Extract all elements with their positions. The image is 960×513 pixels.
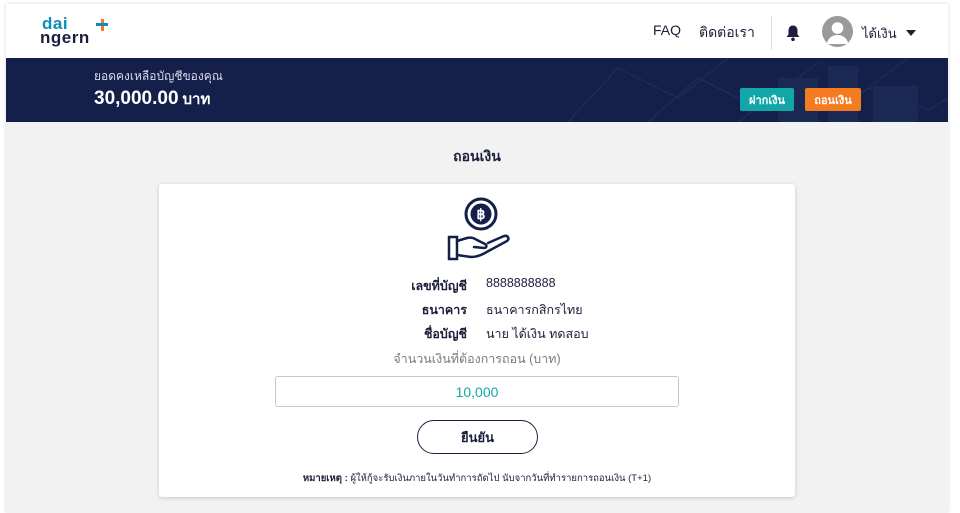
deposit-button[interactable]: ฝากเงิน — [740, 88, 794, 111]
account-number-row: เลขที่บัญชี 8888888888 — [159, 276, 795, 294]
page-title: ถอนเงิน — [453, 148, 501, 164]
account-name-row: ชื่อบัญชี นาย ได้เงิน ทดสอบ — [159, 324, 795, 342]
caret-down-icon[interactable] — [906, 30, 916, 36]
confirm-button[interactable]: ยืนยัน — [417, 420, 538, 454]
withdraw-card: ฿ เลขที่บัญชี 8888888888 ธนาคาร ธนาคารกส… — [159, 184, 795, 497]
withdraw-amount-input[interactable] — [275, 376, 679, 407]
withdraw-button[interactable]: ถอนเงิน — [805, 88, 861, 111]
balance-unit: บาท — [182, 91, 211, 108]
balance-banner: ยอดคงเหลือบัญชีของคุณ 30,000.00 บาท ฝากเง… — [6, 58, 948, 122]
nav-contact-link[interactable]: ติดต่อเรา — [699, 22, 755, 44]
logo-text-bottom: ngern — [40, 28, 90, 47]
balance-label: ยอดคงเหลือบัญชีของคุณ — [94, 69, 223, 83]
bell-icon[interactable] — [785, 24, 801, 42]
top-navigation: dai ngern FAQ ติดต่อเรา ได้เงิน — [6, 4, 948, 58]
note-label: หมายเหตุ : — [302, 473, 348, 484]
account-name-value: นาย ได้เงิน ทดสอบ — [486, 327, 589, 341]
amount-label: จำนวนเงินที่ต้องการถอน (บาท) — [393, 352, 561, 366]
account-number-label: เลขที่บัญชี — [411, 279, 467, 293]
svg-text:฿: ฿ — [477, 206, 486, 222]
user-name[interactable]: ได้เงิน — [862, 23, 897, 44]
bank-label: ธนาคาร — [421, 303, 467, 317]
logo-plus-icon — [96, 19, 108, 31]
balance-amount: 30,000.00 บาท — [94, 87, 210, 111]
bank-row: ธนาคาร ธนาคารกสิกรไทย — [159, 300, 795, 318]
balance-value: 30,000.00 — [94, 88, 179, 109]
daingern-logo[interactable]: dai ngern — [40, 15, 110, 49]
note-text: ผู้ให้กู้จะรับเงินภายในวันทำการถัดไป นับ… — [350, 473, 652, 484]
nav-faq-link[interactable]: FAQ — [653, 22, 681, 38]
hand-coin-baht-icon: ฿ — [441, 196, 513, 264]
withdraw-note: หมายเหตุ : ผู้ให้กู้จะรับเงินภายในวันทำก… — [159, 471, 795, 486]
app-frame: dai ngern FAQ ติดต่อเรา ได้เงิน ยอดคงเหล… — [6, 4, 948, 513]
bank-value: ธนาคารกสิกรไทย — [486, 303, 583, 317]
avatar-icon[interactable] — [822, 16, 853, 47]
account-name-label: ชื่อบัญชี — [423, 327, 467, 341]
account-number-value: 8888888888 — [486, 276, 556, 290]
nav-divider — [771, 16, 772, 50]
banner-texture — [567, 58, 948, 122]
